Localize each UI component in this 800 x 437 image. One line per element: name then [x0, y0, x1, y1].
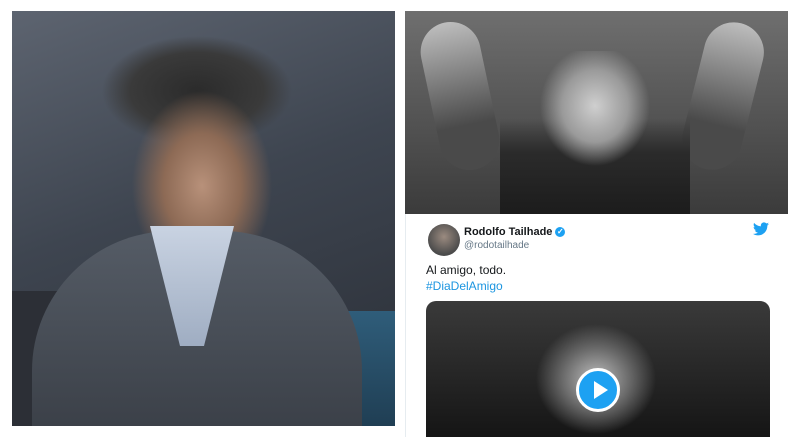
- tweet-hashtag-link[interactable]: #DiaDelAmigo: [426, 278, 503, 294]
- verified-badge-icon: ✓: [555, 227, 566, 237]
- tweet-video-thumbnail[interactable]: [426, 301, 770, 437]
- tweet-handle[interactable]: @rodotailhade: [464, 240, 529, 251]
- avatar[interactable]: [428, 224, 460, 256]
- photo-raised-arm-left: [415, 16, 505, 176]
- photo-man-seated: [12, 11, 395, 426]
- play-icon[interactable]: [576, 368, 620, 412]
- tweet-card: Rodolfo Tailhade ✓ @rodotailhade Al amig…: [405, 214, 789, 437]
- tweet-text: Al amigo, todo.: [426, 263, 507, 277]
- display-name[interactable]: Rodolfo Tailhade: [464, 226, 552, 238]
- tweet-author-name[interactable]: Rodolfo Tailhade ✓: [464, 226, 566, 238]
- twitter-bird-icon[interactable]: [753, 222, 769, 236]
- photo-man-waving: [405, 11, 788, 214]
- photo-smiling-figure: [500, 51, 690, 214]
